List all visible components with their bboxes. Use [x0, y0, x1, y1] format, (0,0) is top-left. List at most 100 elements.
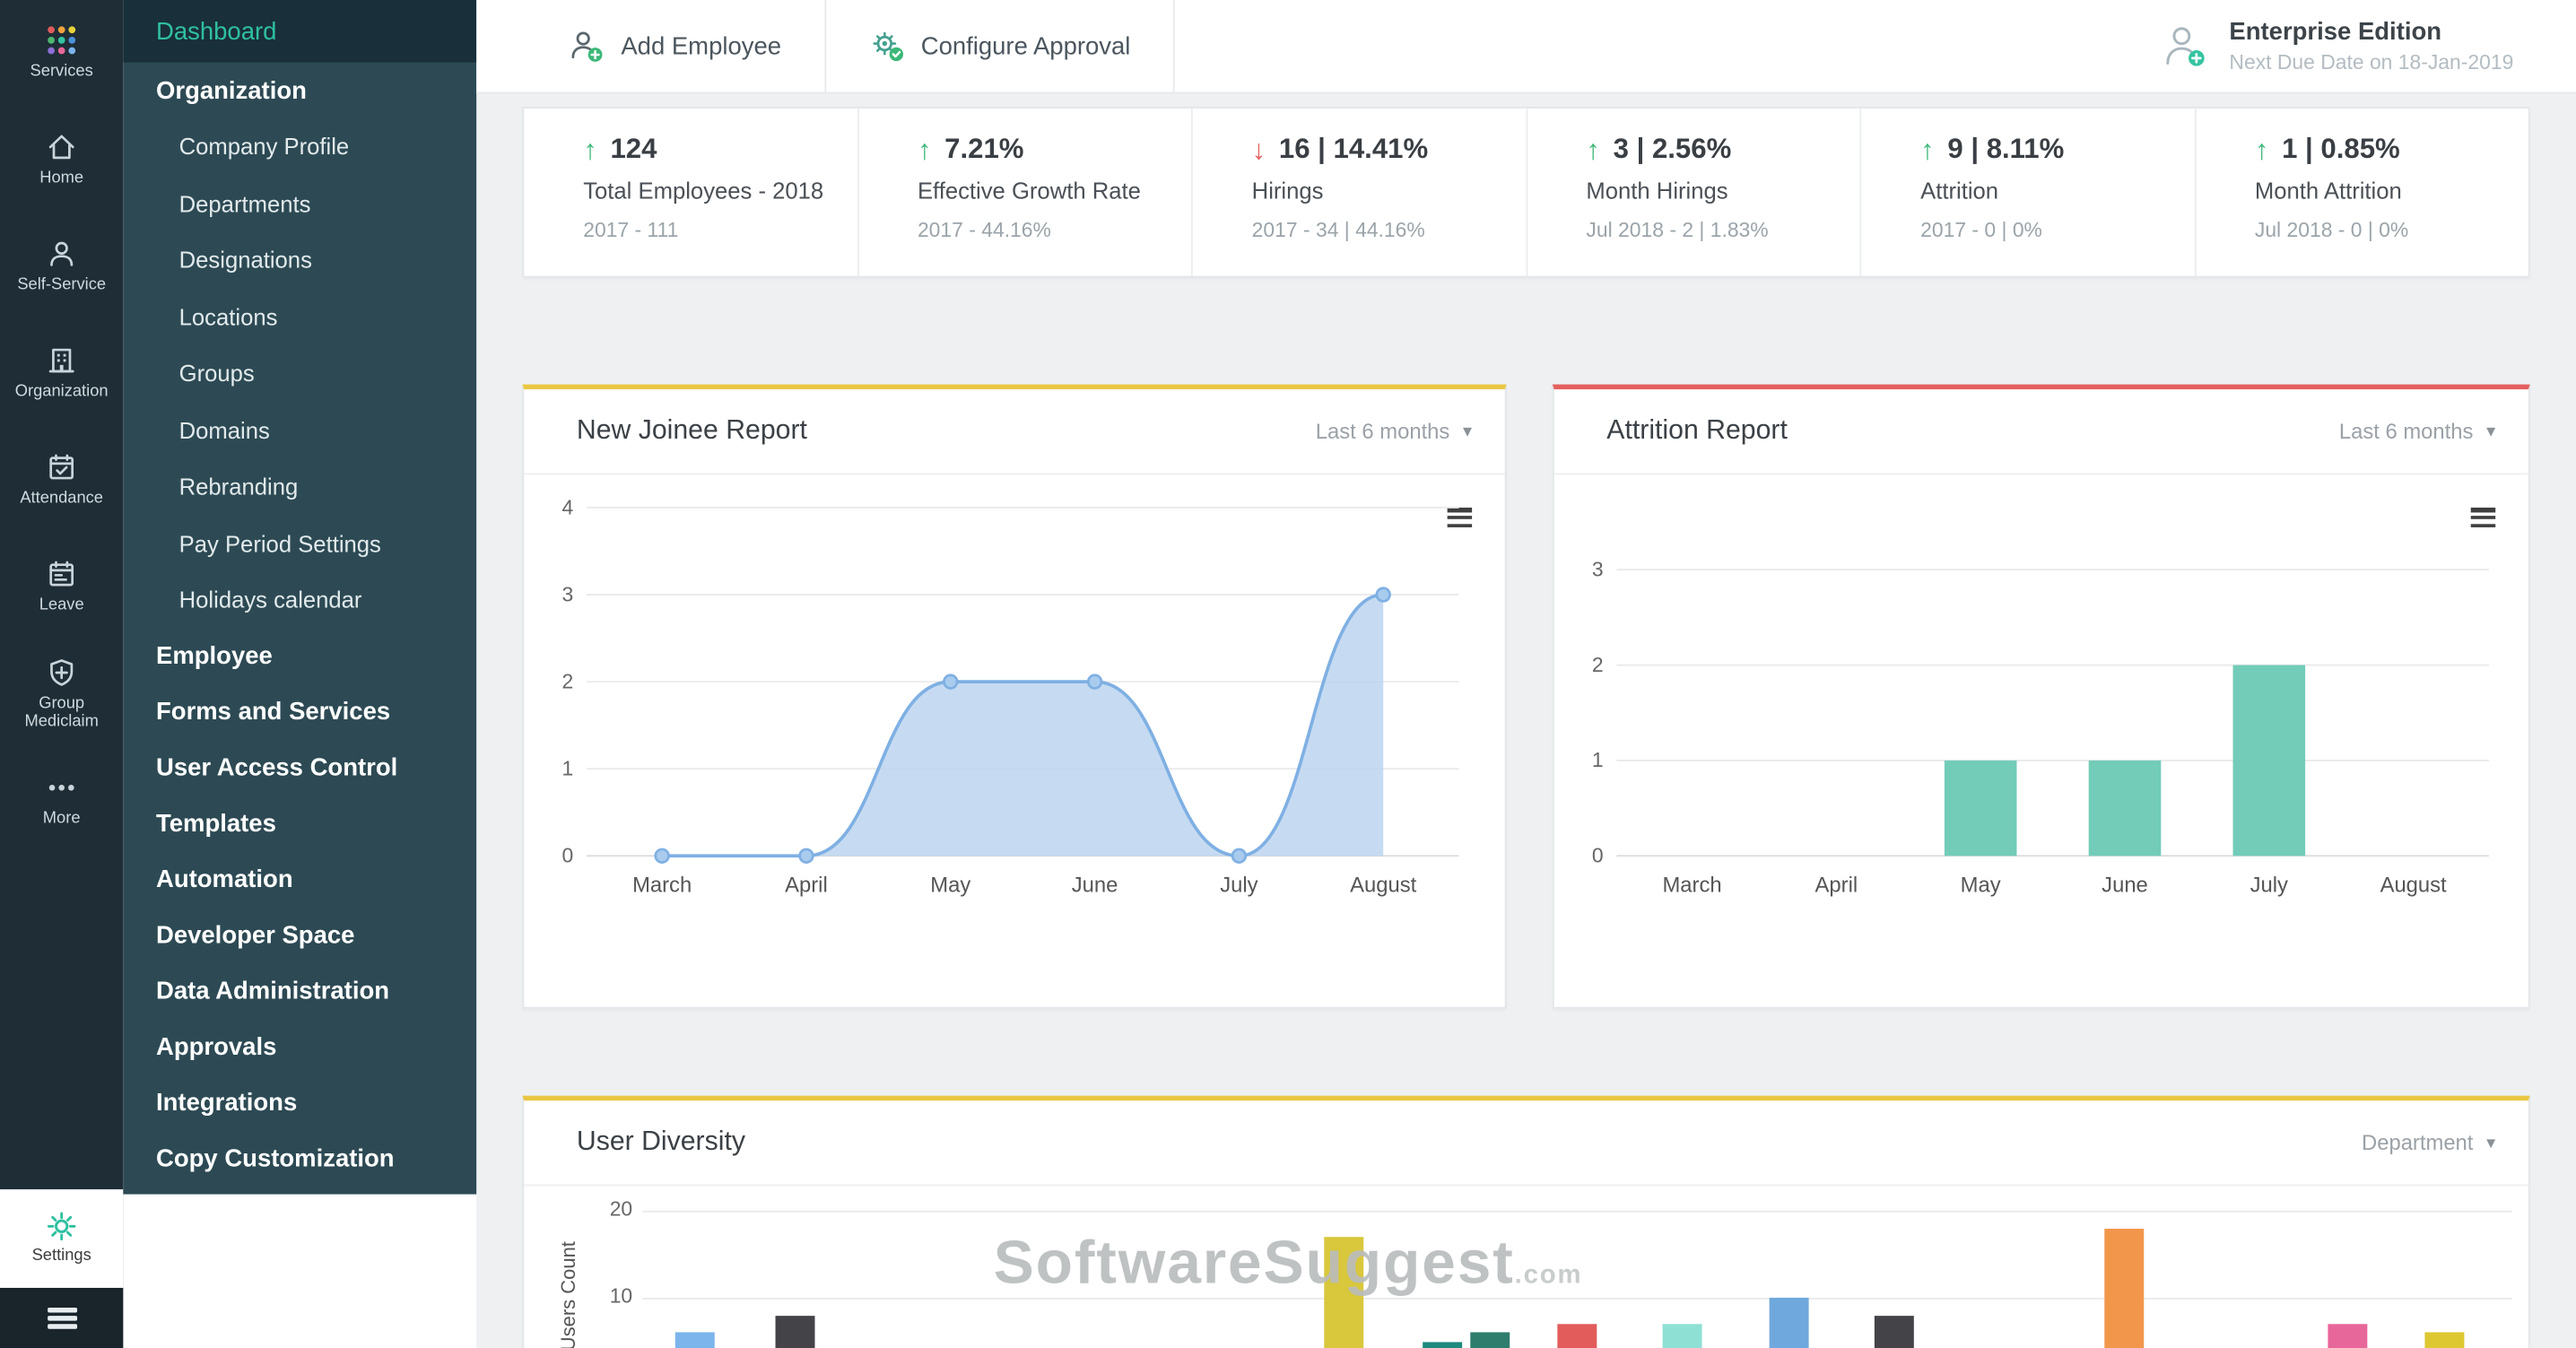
- svg-text:May: May: [1961, 874, 2001, 898]
- add-employee-icon: [569, 28, 605, 64]
- nav-item-organization[interactable]: Organization: [123, 63, 476, 118]
- stats-summary: ↑ 124 Total Employees - 2018 2017 - 111 ↑ 7.2…: [522, 107, 2530, 278]
- chevron-down-icon: ▾: [2486, 1133, 2496, 1153]
- y-tick-label: 10: [609, 1284, 633, 1309]
- rail-item-organization[interactable]: Organization: [0, 320, 123, 427]
- app-window: Services Home Self-Service Organization Atte…: [0, 0, 2576, 1348]
- joinee-range-filter-value: Last 6 months: [1315, 419, 1450, 444]
- y-tick-label: 20: [609, 1197, 633, 1222]
- nav-item-employee[interactable]: Employee: [123, 629, 476, 684]
- charts-row: New Joinee Report Last 6 months ▾ 0 1 2 3 4 M…: [522, 384, 2530, 1009]
- nav-item-user-access-control[interactable]: User Access Control: [123, 740, 476, 796]
- svg-text:1: 1: [561, 757, 573, 780]
- nav-item-approvals[interactable]: Approvals: [123, 1020, 476, 1075]
- svg-text:2: 2: [561, 669, 573, 692]
- attrition-range-filter[interactable]: Last 6 months ▾: [2339, 419, 2495, 443]
- nav-item-developer-space[interactable]: Developer Space: [123, 908, 476, 963]
- rail-item-label: Attendance: [20, 490, 104, 509]
- home-icon: [46, 132, 77, 163]
- enterprise-user-icon: [2160, 22, 2209, 71]
- nav-item-domains[interactable]: Domains: [123, 402, 476, 458]
- building-icon: [46, 345, 77, 377]
- calendar-icon: [46, 559, 77, 590]
- nav-item-copy-customization[interactable]: Copy Customization: [123, 1131, 476, 1187]
- diversity-bar: [1323, 1237, 1363, 1348]
- diversity-bar: [674, 1332, 715, 1348]
- new-joinee-report-title: New Joinee Report: [576, 415, 807, 446]
- gear-icon: [46, 1211, 77, 1242]
- rail-item-label: Group Mediclaim: [24, 693, 99, 732]
- svg-text:August: August: [1350, 874, 1416, 898]
- add-employee-label: Add Employee: [621, 31, 782, 60]
- diversity-filter-value: Department: [2362, 1130, 2474, 1155]
- hamburger-icon: [47, 1304, 77, 1333]
- nav-item-departments[interactable]: Departments: [123, 175, 476, 231]
- configure-approval-label: Configure Approval: [920, 31, 1131, 60]
- diversity-bar: [776, 1315, 816, 1348]
- configure-approval-icon: [868, 28, 904, 64]
- diversity-dimension-filter[interactable]: Department ▾: [2362, 1130, 2495, 1154]
- svg-text:June: June: [1072, 874, 1118, 898]
- stat-attrition: ↑ 9 | 8.11% Attrition 2017 - 0 | 0%: [1861, 108, 2196, 276]
- users-count-axis-label: Users Count: [556, 1241, 580, 1348]
- stat-label: Hirings: [1251, 177, 1324, 204]
- diversity-bar: [1469, 1332, 1510, 1348]
- nav-item-rebranding[interactable]: Rebranding: [123, 458, 476, 515]
- joinee-range-filter[interactable]: Last 6 months ▾: [1316, 419, 1472, 443]
- trend-up-arrow-icon: ↑: [583, 134, 597, 166]
- stat-sub-label: Jul 2018 - 2 | 1.83%: [1586, 218, 1769, 242]
- nav-item-dashboard[interactable]: Dashboard: [123, 0, 477, 63]
- sidebar-item-settings[interactable]: Settings: [0, 1189, 124, 1288]
- nav-item-locations[interactable]: Locations: [123, 288, 476, 344]
- stat-label: Effective Growth Rate: [917, 177, 1141, 204]
- dashboard-content: ↑ 124 Total Employees - 2018 2017 - 111 ↑ 7.2…: [476, 93, 2576, 1348]
- svg-text:April: April: [785, 874, 828, 898]
- rail-item-label: Services: [30, 63, 93, 82]
- nav-item-holidays-calendar[interactable]: Holidays calendar: [123, 571, 476, 628]
- stat-sub-label: 2017 - 111: [583, 218, 679, 242]
- rail-item-label: Self-Service: [17, 276, 107, 295]
- gridline: [642, 1211, 2512, 1213]
- diversity-bar: [1423, 1341, 1463, 1348]
- settings-label: Settings: [31, 1247, 91, 1265]
- nav-item-company-profile[interactable]: Company Profile: [123, 118, 476, 175]
- shield-icon: [46, 657, 77, 688]
- svg-text:March: March: [1662, 874, 1721, 898]
- add-employee-button[interactable]: Add Employee: [526, 0, 824, 92]
- attrition-report-title: Attrition Report: [1606, 415, 1788, 446]
- svg-text:June: June: [2102, 874, 2148, 898]
- nav-item-data-administration[interactable]: Data Administration: [123, 963, 476, 1019]
- nav-item-pay-period-settings[interactable]: Pay Period Settings: [123, 515, 476, 571]
- stat-sub-label: 2017 - 34 | 44.16%: [1251, 218, 1425, 242]
- nav-item-templates[interactable]: Templates: [123, 796, 476, 851]
- rail-item-more[interactable]: More: [0, 747, 123, 854]
- stat-month-attrition: ↑ 1 | 0.85% Month Attrition Jul 2018 - 0 | …: [2196, 109, 2528, 276]
- trend-up-arrow-icon: ↑: [1920, 134, 1935, 166]
- person-icon: [46, 239, 77, 270]
- stat-value: 7.21%: [944, 133, 1024, 165]
- configure-approval-button[interactable]: Configure Approval: [825, 0, 1173, 92]
- stat-value: 124: [610, 133, 657, 165]
- svg-text:April: April: [1815, 874, 1858, 898]
- nav-item-integrations[interactable]: Integrations: [123, 1075, 476, 1131]
- nav-item-forms-and-services[interactable]: Forms and Services: [123, 684, 476, 740]
- calendar-check-icon: [46, 452, 77, 483]
- stat-value: 16 | 14.41%: [1278, 133, 1429, 165]
- settings-sidebar: Dashboard Organization Company Profile Depa…: [123, 0, 477, 1348]
- nav-item-groups[interactable]: Groups: [123, 345, 476, 402]
- svg-text:July: July: [1220, 874, 1258, 898]
- nav-item-automation[interactable]: Automation: [123, 852, 476, 908]
- rail-item-leave[interactable]: Leave: [0, 534, 123, 640]
- rail-item-self-service[interactable]: Self-Service: [0, 213, 123, 320]
- sidebar-collapse-button[interactable]: [0, 1287, 124, 1348]
- svg-text:0: 0: [561, 844, 573, 867]
- svg-text:3: 3: [1592, 558, 1604, 581]
- rail-item-attendance[interactable]: Attendance: [0, 427, 123, 534]
- svg-text:3: 3: [561, 582, 573, 605]
- svg-text:4: 4: [561, 495, 573, 518]
- rail-item-group-mediclaim[interactable]: Group Mediclaim: [0, 640, 123, 747]
- stat-label: Attrition: [1920, 177, 1999, 204]
- rail-item-home[interactable]: Home: [0, 107, 123, 213]
- nav-item-designations[interactable]: Designations: [123, 231, 476, 288]
- rail-item-services[interactable]: Services: [0, 0, 123, 107]
